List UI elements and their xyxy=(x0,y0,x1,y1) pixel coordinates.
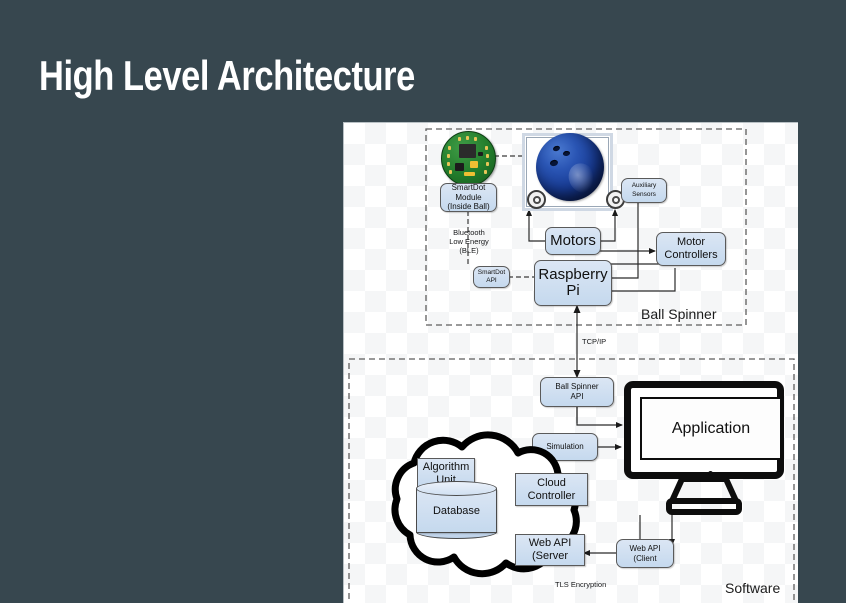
node-auxiliary-sensors[interactable]: Auxiliary Sensors xyxy=(621,178,667,203)
web-api-client-line2: (Client xyxy=(633,553,657,563)
pcb-pad xyxy=(448,146,451,150)
pcb-chip-secondary xyxy=(455,163,464,171)
web-api-server-line1: Web API xyxy=(528,537,572,550)
node-raspberry-pi[interactable]: Raspberry Pi xyxy=(534,260,612,306)
pcb-pad xyxy=(449,170,452,174)
pcb-pad xyxy=(485,146,488,150)
pcb-pad xyxy=(447,162,450,166)
tcpip-label-text: TCP/IP xyxy=(582,337,607,346)
pcb-chip-main xyxy=(459,144,476,158)
smartdot-api-line2: API xyxy=(486,277,497,284)
application-label: Application xyxy=(671,419,751,437)
region-label-software: Software xyxy=(725,580,781,596)
motor-controllers-line2: Controllers xyxy=(664,249,718,261)
aux-sensors-line2: Sensors xyxy=(632,190,656,198)
smartdot-pcb-icon xyxy=(441,131,496,186)
web-api-client-line1: Web API xyxy=(629,543,661,553)
database-cylinder-top xyxy=(416,481,497,496)
pcb-chip-gold xyxy=(470,161,478,168)
roller-wheel-left xyxy=(527,190,546,209)
region-label-ball-spinner: Ball Spinner xyxy=(641,306,717,322)
raspberry-pi-line1: Raspberry xyxy=(538,265,608,283)
cloud-controller-line2: Controller xyxy=(527,489,576,502)
pcb-pad xyxy=(484,170,487,174)
motor-controllers-line1: Motor xyxy=(676,236,706,249)
ble-edge-label: Bluetooth Low Energy (BLE) xyxy=(437,228,501,255)
monitor-stand xyxy=(666,477,742,515)
smartdot-api-line1: SmartDot xyxy=(477,269,506,277)
node-smartdot-module[interactable]: SmartDot Module (Inside Ball) xyxy=(440,183,497,212)
aux-sensors-line1: Auxiliary xyxy=(631,182,657,190)
monitor-screen: Application xyxy=(640,397,782,460)
ball-thumb-hole xyxy=(549,159,559,167)
pcb-pad xyxy=(447,154,450,158)
pcb-pad xyxy=(486,154,489,158)
pcb-pad xyxy=(486,162,489,166)
ball-finger-hole xyxy=(562,150,571,157)
algorithm-unit-line1: Algorithm xyxy=(422,460,470,473)
ball-spinner-api-line1: Ball Spinner xyxy=(555,382,599,392)
smartdot-module-line3: (Inside Ball) xyxy=(447,202,490,212)
architecture-diagram: SmartDot Module (Inside Ball) Bluetooth … xyxy=(343,122,798,603)
smartdot-module-line2: Module xyxy=(455,192,482,202)
raspberry-pi-line2: Pi xyxy=(566,282,580,299)
pcb-pad xyxy=(458,137,461,141)
node-web-api-client[interactable]: Web API (Client xyxy=(616,539,674,568)
node-motor-controllers[interactable]: Motor Controllers xyxy=(656,232,726,266)
web-api-server-line2: (Server xyxy=(531,550,569,562)
pcb-pad xyxy=(466,136,469,140)
ble-label-line3: (BLE) xyxy=(459,246,479,256)
tls-edge-label: TLS Encryption xyxy=(555,580,645,589)
slide-root: High Level Architecture SmartDot Module … xyxy=(0,0,846,603)
monitor-bezel: Application xyxy=(624,381,784,479)
tls-label-text: TLS Encryption xyxy=(555,580,607,589)
cloud-controller-line1: Cloud xyxy=(537,476,566,489)
pcb-pad xyxy=(474,137,477,141)
monitor-power-dot xyxy=(708,471,713,476)
ball-finger-hole xyxy=(552,144,561,153)
tcpip-edge-label: TCP/IP xyxy=(582,337,632,346)
node-cloud-controller[interactable]: Cloud Controller xyxy=(515,473,588,506)
node-smartdot-api[interactable]: SmartDot API xyxy=(473,266,510,288)
node-ball-spinner-api[interactable]: Ball Spinner API xyxy=(540,377,614,407)
pcb-chip-small xyxy=(478,152,483,156)
node-motors[interactable]: Motors xyxy=(545,227,601,255)
node-application-monitor[interactable]: Application xyxy=(624,381,784,515)
ble-label-line2: Low Energy xyxy=(449,237,489,247)
pcb-chip-gold xyxy=(464,172,475,176)
smartdot-module-line1: SmartDot xyxy=(451,183,486,193)
page-title: High Level Architecture xyxy=(39,52,415,99)
node-web-api-server[interactable]: Web API (Server xyxy=(515,534,585,566)
ball-spinner-api-line2: API xyxy=(570,392,584,401)
bowling-ball-graphic xyxy=(536,133,604,201)
ble-label-line1: Bluetooth xyxy=(453,228,485,237)
